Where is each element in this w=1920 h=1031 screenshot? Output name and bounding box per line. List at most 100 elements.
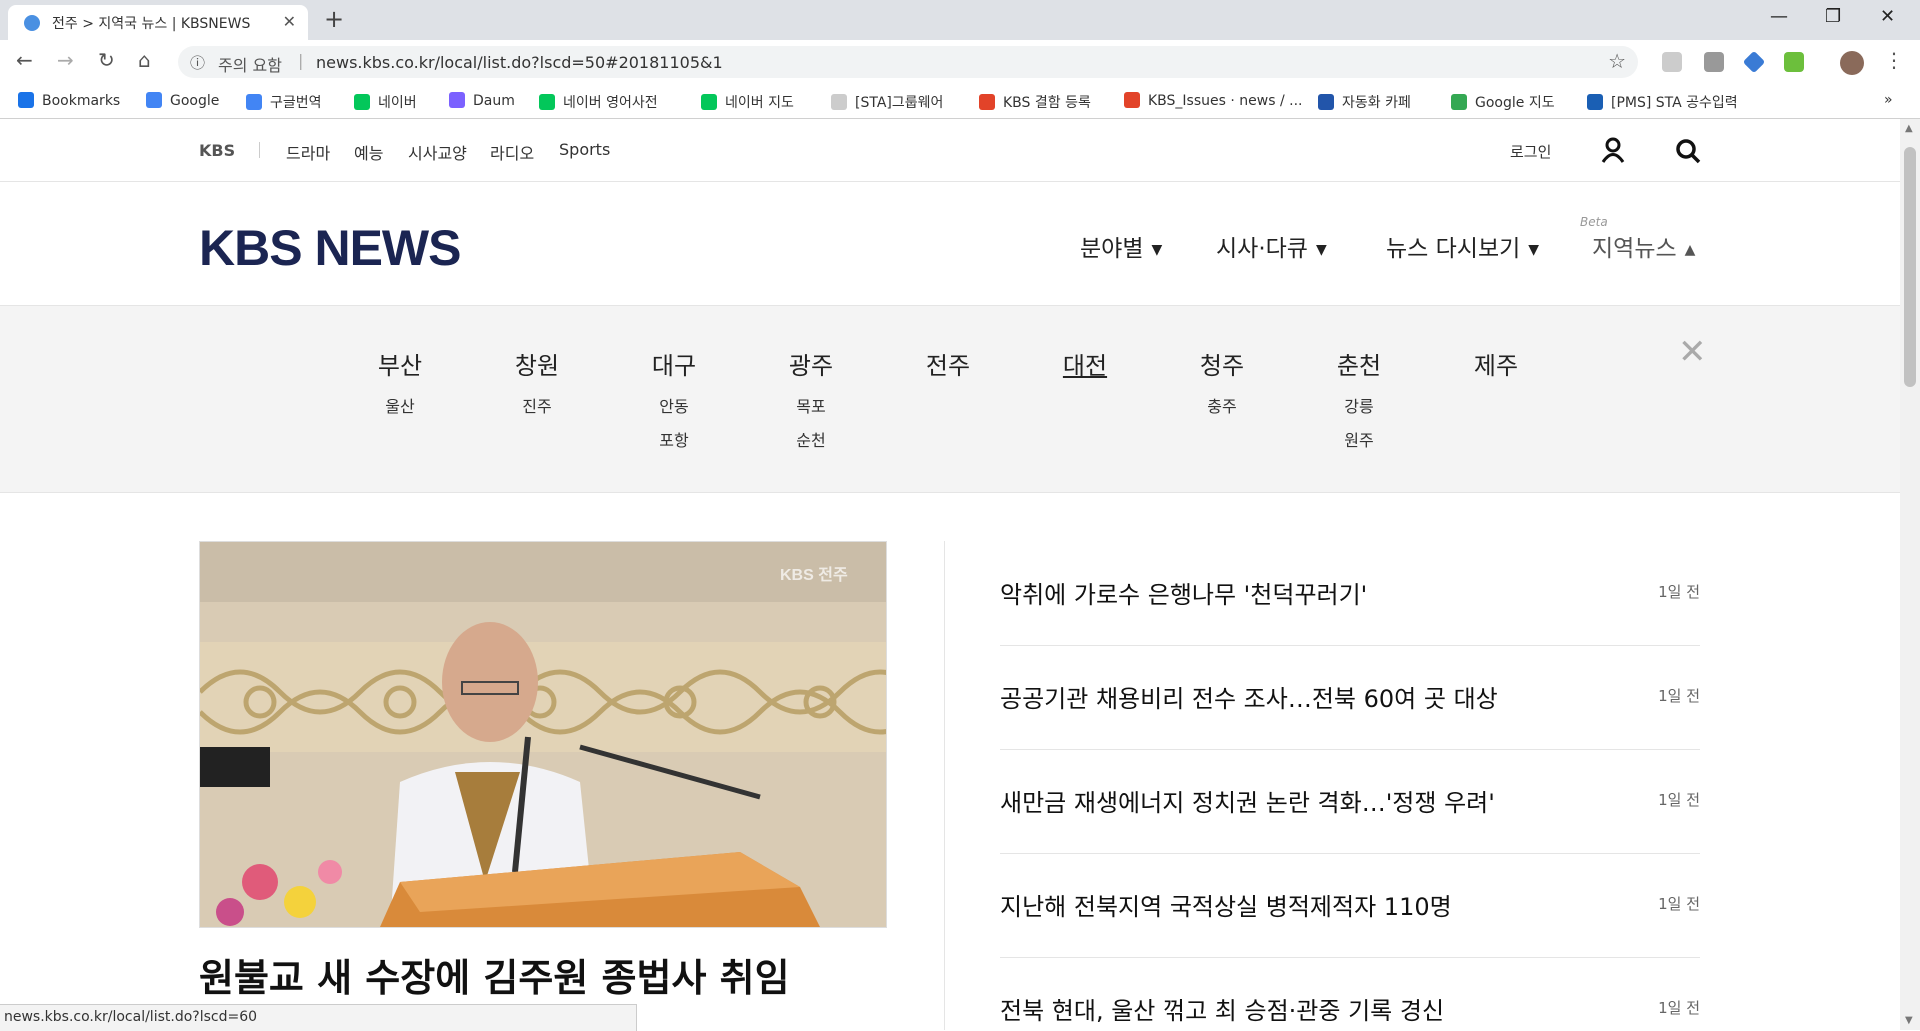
forward-button[interactable]: → [57, 48, 74, 72]
security-warning-label: 주의 요함 [218, 56, 282, 75]
bookmark-label: 자동화 카페 [1342, 95, 1411, 111]
subregion-link[interactable]: 목포 [771, 393, 851, 417]
nav-sports-link[interactable]: Sports [559, 140, 610, 159]
home-button[interactable]: ⌂ [138, 48, 151, 72]
menu-by-field[interactable]: 분야별 ▼ [1080, 229, 1162, 263]
bookmark-item[interactable]: 네이버 [354, 92, 417, 112]
subregion-link[interactable]: 울산 [360, 393, 440, 417]
new-tab-button[interactable]: + [324, 5, 344, 33]
bookmark-label: Daum [473, 93, 515, 109]
news-list-item[interactable]: 전북 현대, 울산 꺾고 최 승점·관중 기록 경신 1일 전 [1000, 957, 1700, 1030]
login-link[interactable]: 로그인 [1510, 141, 1551, 162]
bookmark-item[interactable]: [STA]그룹웨어 [831, 92, 943, 112]
region-link[interactable]: 대전 [1045, 346, 1125, 381]
bookmarks-bar: Bookmarks Google 구글번역 네이버 Daum 네이버 영어사전 네이버 지도… [0, 84, 1920, 119]
kbs-watermark: KBS 전주 [780, 566, 848, 584]
bookmark-item[interactable]: Google 지도 [1451, 92, 1555, 112]
feature-photo: KBS 전주 [200, 542, 886, 927]
menu-news-replay[interactable]: 뉴스 다시보기 ▼ [1386, 229, 1539, 263]
bookmark-item[interactable]: Daum [449, 92, 515, 109]
news-headline[interactable]: 전북 현대, 울산 꺾고 최 승점·관중 기록 경신 [1000, 991, 1444, 1026]
feature-headline[interactable]: 원불교 새 수장에 김주원 종법사 취임 [199, 947, 790, 1002]
naver-icon [354, 94, 370, 110]
subregion-link[interactable]: 원주 [1319, 427, 1399, 451]
profile-avatar[interactable] [1840, 51, 1864, 75]
browser-menu-icon[interactable]: ⋮ [1884, 48, 1904, 72]
back-button[interactable]: ← [16, 48, 33, 72]
close-region-panel-icon[interactable]: ✕ [1678, 332, 1707, 372]
kbs-news-logo[interactable]: KBS NEWS [199, 219, 461, 277]
nav-culture-link[interactable]: 시사교양 [408, 140, 467, 164]
kbs-home-link[interactable]: KBS [199, 141, 235, 160]
daum-icon [449, 92, 465, 108]
security-info-icon[interactable]: ⓘ [190, 52, 205, 73]
bookmark-label: 네이버 지도 [725, 95, 794, 111]
page-scrollbar[interactable]: ▲ ▼ [1900, 119, 1920, 1030]
bookmark-item[interactable]: KBS 결함 등록 [979, 92, 1091, 112]
bookmark-item[interactable]: [PMS] STA 공수입력 [1587, 92, 1738, 112]
menu-current-affairs[interactable]: 시사·다큐 ▼ [1216, 229, 1327, 263]
kbs-top-nav: KBS 드라마 예능 시사교양 라디오 Sports 로그인 [0, 119, 1900, 182]
tab-close-icon[interactable]: ✕ [283, 12, 296, 31]
google-icon [146, 92, 162, 108]
extension-icon[interactable] [1704, 52, 1724, 72]
subregion-link[interactable]: 포항 [634, 427, 714, 451]
bookmark-item[interactable]: KBS_Issues · news / ... [1124, 92, 1302, 109]
news-headline[interactable]: 지난해 전북지역 국적상실 병적제적자 110명 [1000, 887, 1452, 922]
region-link[interactable]: 창원 [497, 346, 577, 381]
reload-button[interactable]: ↻ [98, 48, 115, 72]
news-list-item[interactable]: 지난해 전북지역 국적상실 병적제적자 110명 1일 전 [1000, 853, 1700, 958]
nav-drama-link[interactable]: 드라마 [286, 140, 330, 164]
window-close-button[interactable]: ✕ [1880, 6, 1895, 27]
user-icon[interactable] [1600, 137, 1626, 163]
scroll-down-icon[interactable]: ▼ [1905, 1015, 1913, 1026]
news-list-item[interactable]: 악취에 가로수 은행나무 '천덕꾸러기' 1일 전 [1000, 541, 1700, 646]
news-headline[interactable]: 공공기관 채용비리 전수 조사…전북 60여 곳 대상 [1000, 679, 1498, 714]
nav-entertainment-link[interactable]: 예능 [354, 140, 383, 164]
news-list-item[interactable]: 새만금 재생에너지 정치권 논란 격화…'정쟁 우려' 1일 전 [1000, 749, 1700, 854]
region-link[interactable]: 전주 [908, 346, 988, 381]
tab-title: 전주 > 지역국 뉴스 | KBSNEWS [52, 16, 251, 32]
scrollbar-thumb[interactable] [1904, 147, 1916, 387]
search-icon[interactable] [1674, 137, 1702, 165]
region-link[interactable]: 제주 [1456, 346, 1536, 381]
subregion-link[interactable]: 강릉 [1319, 393, 1399, 417]
bookmarks-more-button[interactable]: » [1884, 92, 1893, 108]
region-group: 전주 [908, 346, 988, 381]
news-list-item[interactable]: 공공기관 채용비리 전수 조사…전북 60여 곳 대상 1일 전 [1000, 645, 1700, 750]
news-headline[interactable]: 새만금 재생에너지 정치권 논란 격화…'정쟁 우려' [1000, 783, 1495, 818]
bookmark-item[interactable]: 자동화 카페 [1318, 92, 1411, 112]
bookmark-item[interactable]: 네이버 영어사전 [539, 92, 658, 112]
feature-image[interactable]: KBS 전주 [199, 541, 887, 928]
bookmark-item[interactable]: Google [146, 92, 219, 109]
naver-icon [701, 94, 717, 110]
region-link[interactable]: 청주 [1182, 346, 1262, 381]
region-link[interactable]: 대구 [634, 346, 714, 381]
subregion-link[interactable]: 안동 [634, 393, 714, 417]
nav-radio-link[interactable]: 라디오 [490, 140, 534, 164]
beta-badge: Beta [1580, 215, 1608, 229]
bookmark-item[interactable]: Bookmarks [18, 92, 120, 109]
subregion-link[interactable]: 충주 [1182, 393, 1262, 417]
maximize-button[interactable]: ❐ [1825, 6, 1841, 27]
bookmark-item[interactable]: 구글번역 [246, 92, 322, 112]
region-link[interactable]: 춘천 [1319, 346, 1399, 381]
bookmark-item[interactable]: 네이버 지도 [701, 92, 794, 112]
extension-icon[interactable] [1742, 50, 1766, 74]
region-link[interactable]: 부산 [360, 346, 440, 381]
subregion-link[interactable]: 순천 [771, 427, 851, 451]
translate-icon [246, 94, 262, 110]
bookmark-label: Google [170, 93, 220, 109]
bookmark-star-icon[interactable]: ☆ [1608, 49, 1626, 73]
extension-icon[interactable] [1784, 52, 1804, 72]
address-bar[interactable]: ⓘ 주의 요함 | news.kbs.co.kr/local/list.do?l… [178, 46, 1638, 78]
scroll-up-icon[interactable]: ▲ [1905, 123, 1913, 134]
extension-icon[interactable] [1662, 52, 1682, 72]
region-link[interactable]: 광주 [771, 346, 851, 381]
url-text[interactable]: news.kbs.co.kr/local/list.do?lscd=50#201… [316, 53, 723, 72]
browser-tab[interactable]: 전주 > 지역국 뉴스 | KBSNEWS ✕ [8, 5, 308, 40]
subregion-link[interactable]: 진주 [497, 393, 577, 417]
news-headline[interactable]: 악취에 가로수 은행나무 '천덕꾸러기' [1000, 575, 1367, 610]
menu-local-news[interactable]: 지역뉴스 ▲ [1592, 229, 1695, 263]
minimize-button[interactable]: — [1770, 6, 1788, 27]
